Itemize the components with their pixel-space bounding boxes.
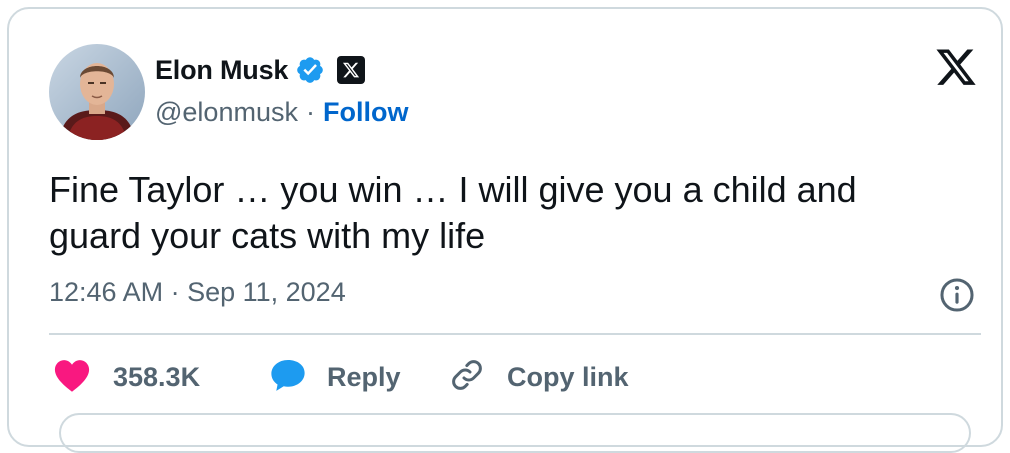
tweet-timestamp[interactable]: 12:46 AM · Sep 11, 2024 [49,277,346,308]
avatar-image [49,44,145,140]
divider [49,333,981,335]
copy-link-button[interactable]: Copy link [449,357,629,397]
follow-button[interactable]: Follow [323,97,408,128]
author-name[interactable]: Elon Musk [155,55,288,86]
avatar[interactable] [49,44,145,140]
separator-dot: · [305,96,315,127]
link-icon [449,357,489,397]
tweet-card: Elon Musk @elonmusk · Follow Fine Taylor… [7,7,1003,453]
speech-bubble-icon [269,357,309,397]
tweet-text: Fine Taylor … you win … I will give you … [49,169,857,256]
author-name-row: Elon Musk [155,51,366,89]
like-button[interactable]: 358.3K [53,357,200,397]
verified-badge-icon [295,55,325,85]
copy-link-label: Copy link [507,361,629,392]
heart-icon [53,357,95,397]
reply-button[interactable]: Reply [269,357,401,397]
like-count: 358.3K [113,361,201,392]
author-handle[interactable]: @elonmusk [155,97,298,128]
read-replies-button[interactable] [59,413,971,453]
reply-label: Reply [327,361,401,392]
x-affiliation-badge-icon[interactable] [337,56,366,84]
info-icon[interactable] [938,276,976,314]
author-handle-row: @elonmusk · Follow [155,95,408,129]
x-logo-icon[interactable] [934,49,978,89]
